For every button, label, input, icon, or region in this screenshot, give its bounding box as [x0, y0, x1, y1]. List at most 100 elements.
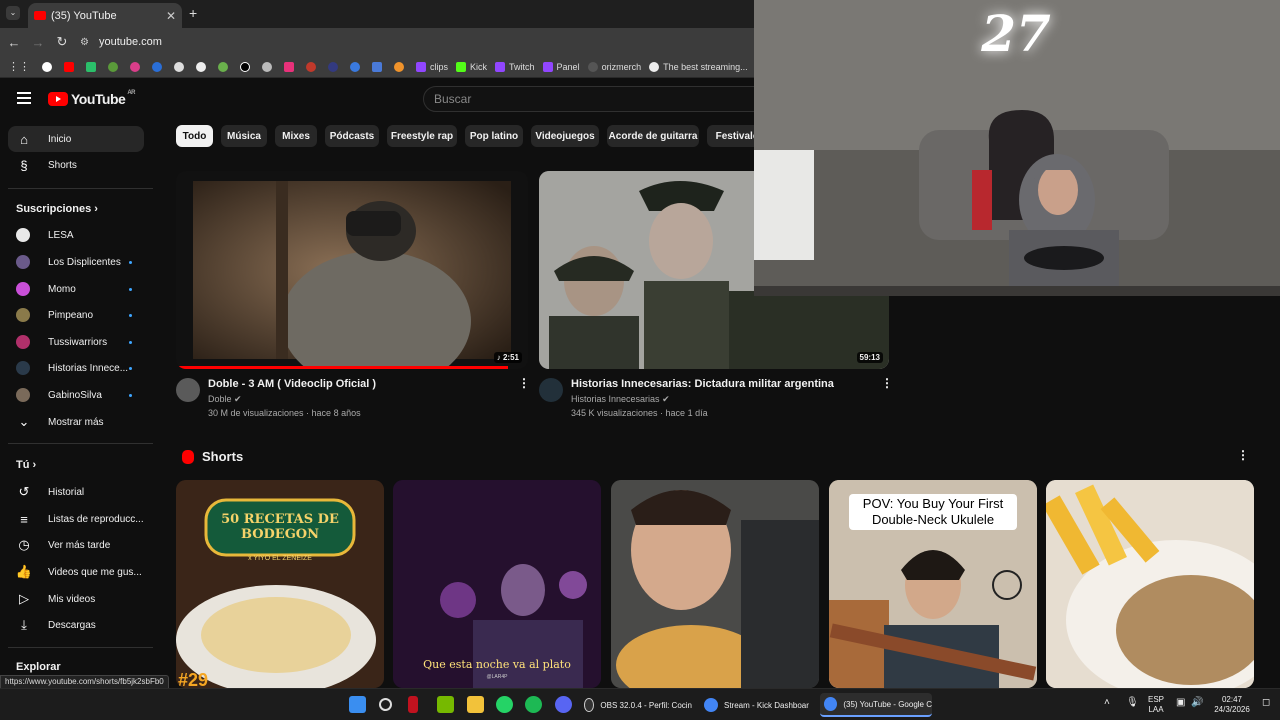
- sidebar-item-history[interactable]: ↺ Historial: [8, 479, 144, 505]
- bookmark-icon[interactable]: [372, 61, 386, 72]
- network-icon[interactable]: ▣: [1176, 698, 1185, 708]
- bookmark-icon[interactable]: [130, 61, 144, 72]
- search-input[interactable]: Buscar: [423, 86, 763, 112]
- windows-start-icon[interactable]: [349, 696, 366, 713]
- bookmark-panel[interactable]: Panel: [542, 61, 580, 72]
- bookmark-icon[interactable]: [262, 61, 276, 72]
- sidebar-item-liked[interactable]: 👍 Videos que me gus...: [8, 559, 144, 585]
- bookmark-icon[interactable]: [240, 61, 254, 72]
- channel-name[interactable]: Historias Innecesarias ✔: [571, 394, 670, 405]
- sidebar-item-sub[interactable]: LESA: [8, 222, 144, 248]
- taskbar-app-obs[interactable]: OBS 32.0.4 - Perfil: Cocin: [580, 693, 692, 717]
- language-indicator[interactable]: ESP LAA: [1148, 695, 1164, 715]
- short-card[interactable]: 50 RECETAS DE BODEGON x YIYO EL ZENEIZE …: [176, 480, 384, 688]
- browser-tab[interactable]: (35) YouTube ✕: [28, 3, 182, 28]
- sidebar-item-sub[interactable]: Tussiwarriors: [8, 329, 144, 355]
- bookmark-icon[interactable]: [196, 61, 210, 72]
- subscriptions-heading[interactable]: Suscripciones ›: [16, 203, 98, 215]
- forward-icon[interactable]: →: [26, 35, 50, 50]
- bookmark-icon[interactable]: [218, 61, 232, 72]
- chip-acorde[interactable]: Acorde de guitarra: [607, 125, 699, 147]
- video-title[interactable]: Doble - 3 AM ( Videoclip Oficial ): [208, 378, 376, 390]
- taskbar-app-kick[interactable]: Stream - Kick Dashboar: [700, 693, 814, 717]
- more-options-icon[interactable]: ⋮: [881, 376, 893, 390]
- url-field[interactable]: youtube.com: [99, 36, 162, 48]
- short-thumbnail: [1046, 480, 1254, 688]
- sidebar-item-sub[interactable]: Pimpeano: [8, 302, 144, 328]
- menu-icon[interactable]: [17, 92, 31, 104]
- bookmark-icon[interactable]: [284, 61, 298, 72]
- bookmark-twitch[interactable]: Twitch: [495, 61, 535, 72]
- new-content-dot: [129, 260, 132, 264]
- bookmark-streaming[interactable]: The best streaming...: [649, 61, 748, 72]
- sidebar-item-show-more[interactable]: ⌄ Mostrar más: [8, 409, 144, 435]
- short-caption: Que esta noche va al plato: [423, 658, 571, 671]
- discord-icon[interactable]: [555, 696, 572, 713]
- avatar[interactable]: [539, 378, 563, 402]
- channel-name[interactable]: Doble ✔: [208, 394, 242, 405]
- sidebar-item-sub[interactable]: Los Displicentes: [8, 249, 144, 275]
- bookmark-icon[interactable]: [108, 61, 122, 72]
- chip-todo[interactable]: Todo: [176, 125, 213, 147]
- sidebar-item-sub[interactable]: Historias Innece...: [8, 355, 144, 381]
- video-title[interactable]: Historias Innecesarias: Dictadura milita…: [571, 378, 834, 390]
- file-explorer-icon[interactable]: [467, 696, 484, 713]
- sidebar-item-inicio[interactable]: ⌂ Inicio: [8, 126, 144, 152]
- short-card[interactable]: POV: You Buy Your First Double-Neck Ukul…: [829, 480, 1037, 688]
- sidebar-item-downloads[interactable]: ⤓ Descargas: [8, 612, 144, 638]
- netflix-icon[interactable]: [408, 696, 418, 713]
- sidebar-item-sub[interactable]: GabinoSilva: [8, 382, 144, 408]
- sidebar-item-shorts[interactable]: § Shorts: [8, 152, 144, 178]
- notifications-icon[interactable]: ◻: [1262, 698, 1270, 708]
- bookmark-icon[interactable]: [350, 61, 364, 72]
- search-icon[interactable]: [379, 698, 392, 711]
- youtube-logo[interactable]: YouTube AR: [48, 90, 135, 107]
- sidebar-item-watch-later[interactable]: ◷ Ver más tarde: [8, 532, 144, 558]
- tray-overflow-icon[interactable]: ˄: [1104, 698, 1110, 708]
- bookmark-icon[interactable]: [152, 61, 166, 72]
- short-card[interactable]: [1046, 480, 1254, 688]
- more-options-icon[interactable]: ⋮: [518, 376, 530, 390]
- clock[interactable]: 02:47 24/3/2026: [1212, 695, 1252, 715]
- new-tab-button[interactable]: +: [189, 5, 197, 21]
- chip-podcasts[interactable]: Pódcasts: [325, 125, 379, 147]
- video-thumbnail[interactable]: ♪ 2:51: [176, 171, 528, 369]
- bookmark-icon[interactable]: [394, 61, 408, 72]
- volume-icon[interactable]: 🔊: [1191, 698, 1203, 708]
- whatsapp-icon[interactable]: [496, 696, 513, 713]
- taskbar-app-youtube[interactable]: (35) YouTube - Google C: [820, 693, 932, 717]
- bookmark-icon[interactable]: [174, 61, 188, 72]
- microphone-icon[interactable]: 🎙: [1126, 698, 1139, 708]
- sidebar-item-sub[interactable]: Momo: [8, 276, 144, 302]
- back-icon[interactable]: ←: [2, 35, 26, 50]
- chip-musica[interactable]: Música: [221, 125, 267, 147]
- site-info-icon[interactable]: ⚙: [80, 37, 89, 48]
- bookmark-kick[interactable]: Kick: [456, 61, 487, 72]
- apps-icon[interactable]: ⋮⋮: [8, 60, 30, 73]
- avatar[interactable]: [176, 378, 200, 402]
- bookmark-icon[interactable]: [64, 61, 78, 72]
- sidebar-item-my-videos[interactable]: ▷ Mis videos: [8, 586, 144, 612]
- globe-icon: [587, 61, 598, 72]
- bookmark-icon[interactable]: [306, 61, 320, 72]
- bookmark-icon[interactable]: [86, 61, 100, 72]
- bookmark-icon[interactable]: [328, 61, 342, 72]
- chip-freestyle[interactable]: Freestyle rap: [387, 125, 457, 147]
- chip-videojuegos[interactable]: Videojuegos: [531, 125, 599, 147]
- bookmark-clips[interactable]: clips: [416, 61, 448, 72]
- tab-list-dropdown[interactable]: ⌄: [6, 6, 20, 20]
- chip-mixes[interactable]: Mixes: [275, 125, 317, 147]
- shorts-more-icon[interactable]: ⋮: [1237, 448, 1249, 462]
- reload-icon[interactable]: ↻: [50, 34, 74, 50]
- close-tab-icon[interactable]: ✕: [166, 9, 176, 23]
- sidebar-item-playlists[interactable]: ≡ Listas de reproducc...: [8, 506, 144, 532]
- youtube-header: YouTube AR Buscar: [0, 78, 763, 120]
- bookmark-icon[interactable]: [42, 61, 56, 72]
- short-card[interactable]: Que esta noche va al plato @LAR4P: [393, 480, 601, 688]
- you-heading[interactable]: Tú ›: [16, 459, 36, 471]
- short-card[interactable]: [611, 480, 819, 688]
- spotify-icon[interactable]: [525, 696, 542, 713]
- nvidia-icon[interactable]: [437, 696, 454, 713]
- bookmark-orizmerch[interactable]: orizmerch: [587, 61, 641, 72]
- chip-pop-latino[interactable]: Pop latino: [465, 125, 523, 147]
